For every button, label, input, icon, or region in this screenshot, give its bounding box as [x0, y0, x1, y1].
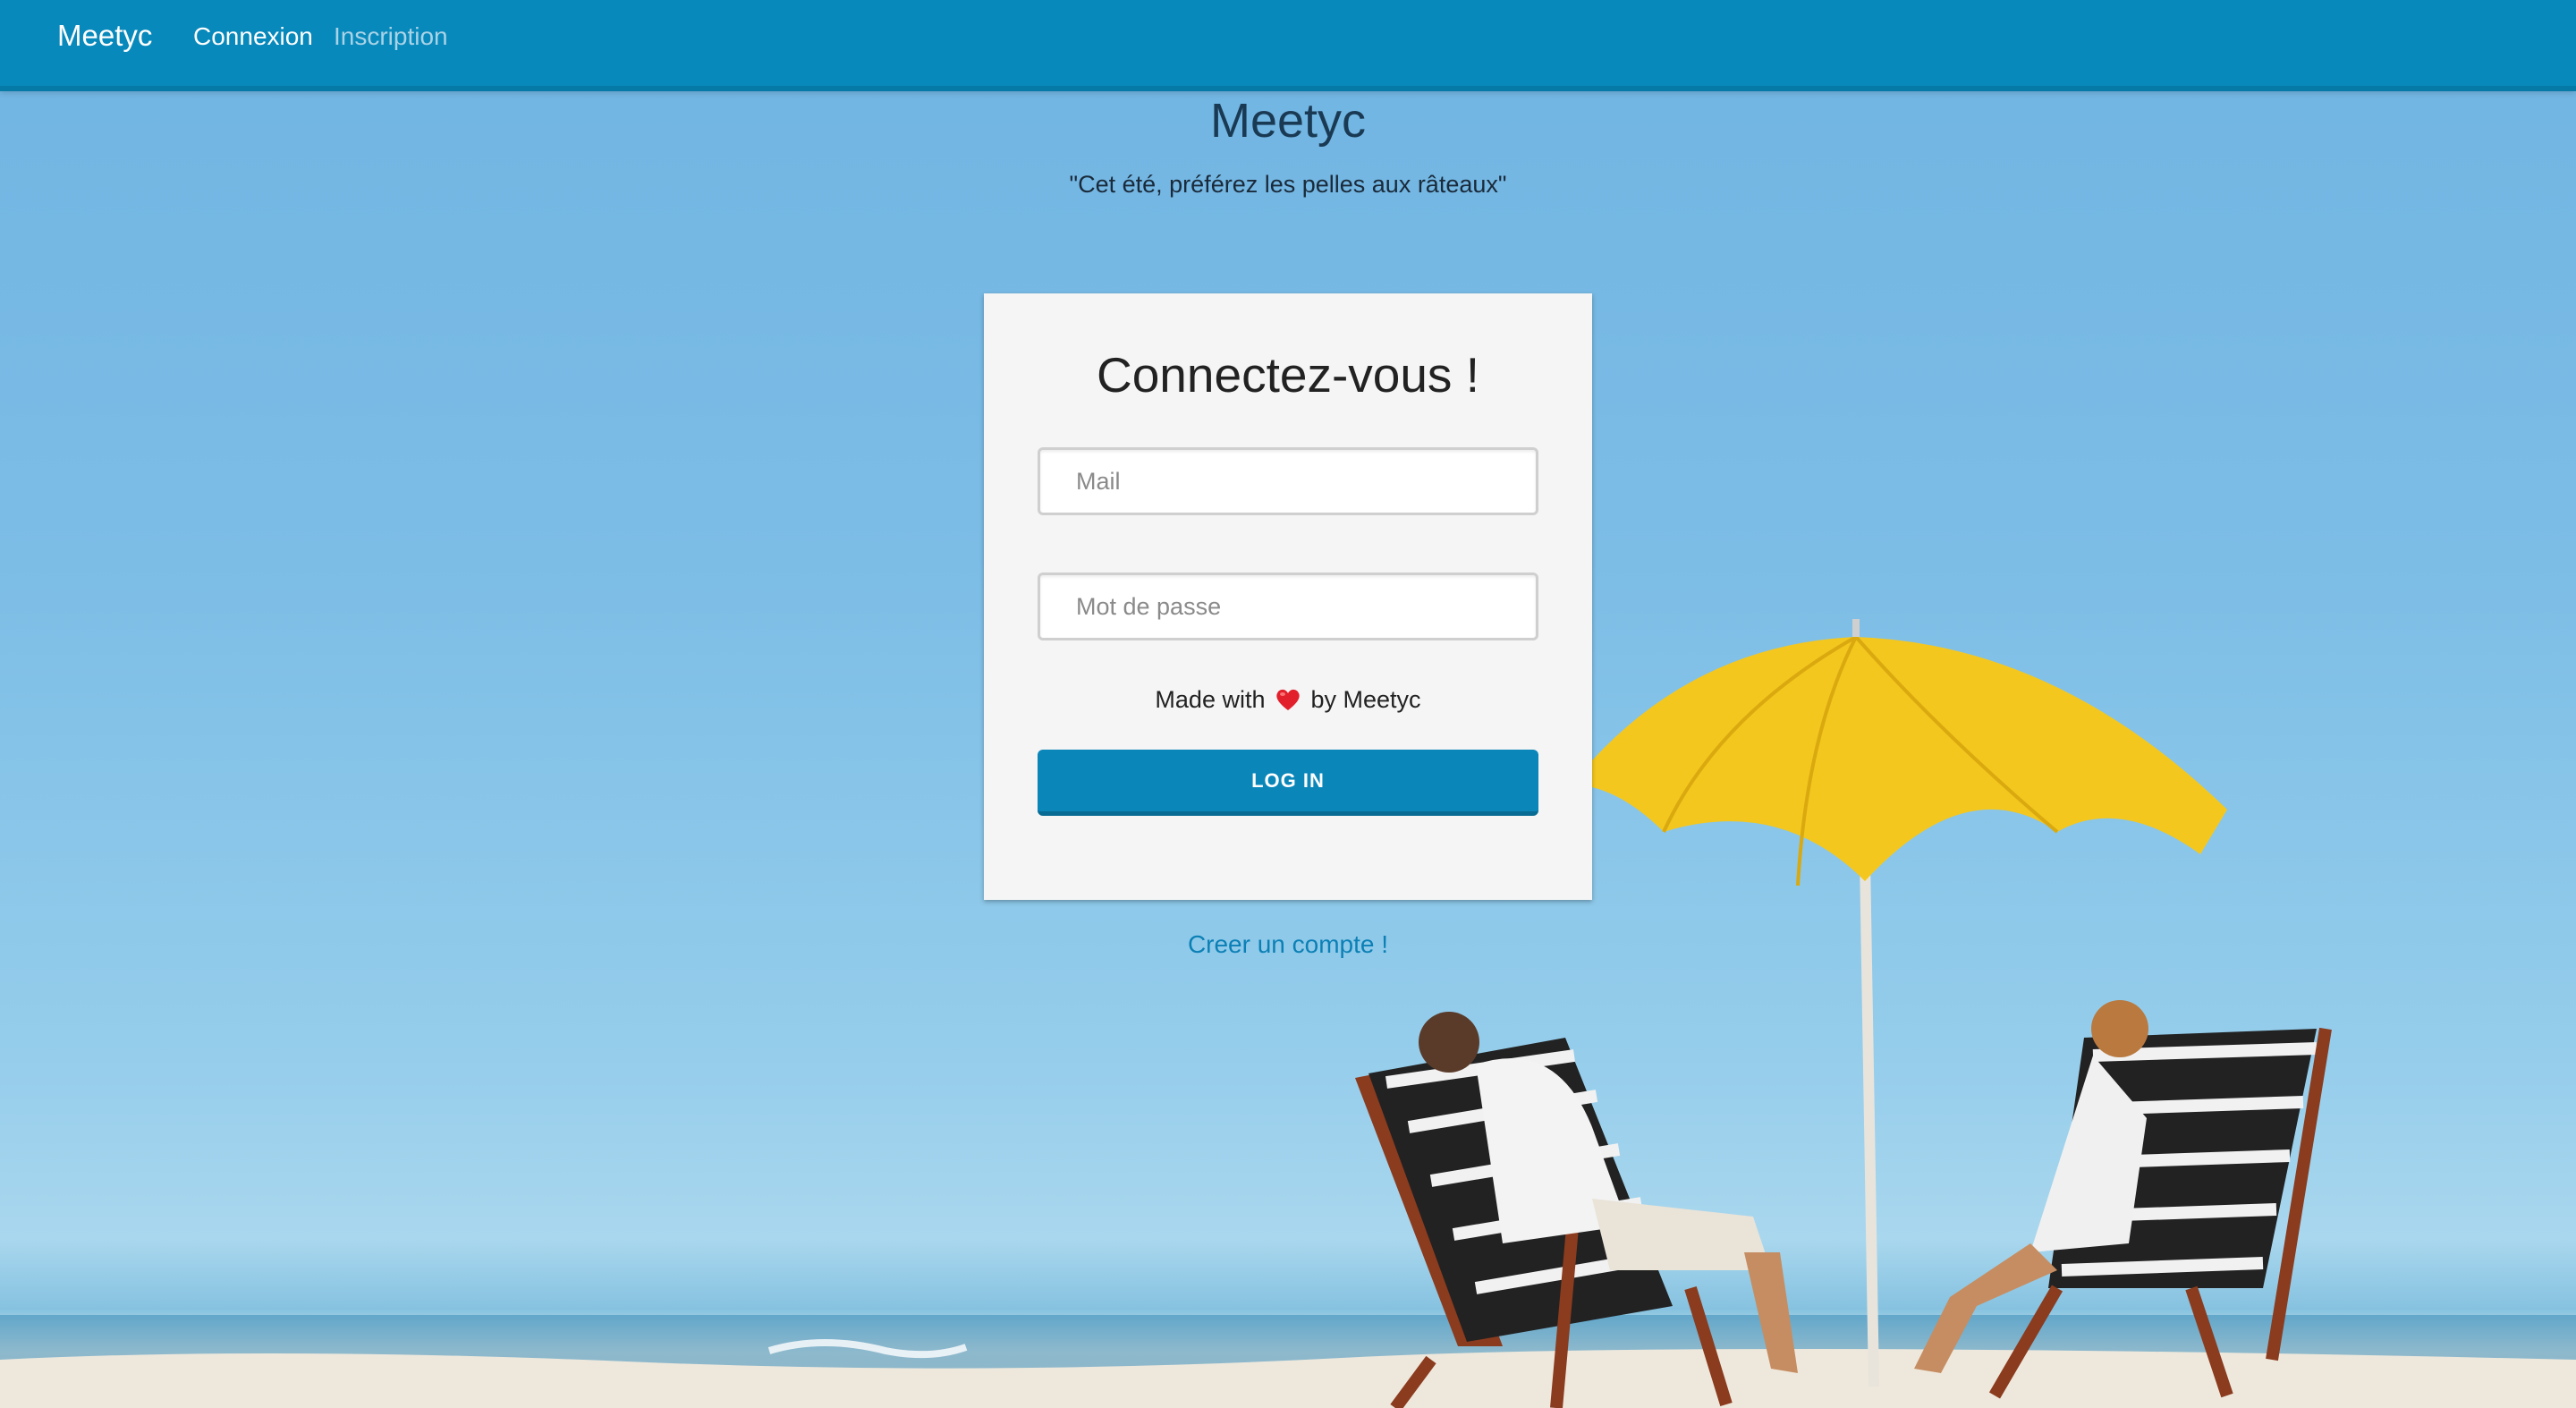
nav-link-connexion[interactable]: Connexion	[193, 21, 313, 52]
login-card: Connectez-vous ! Made with by Meetyc LOG…	[984, 293, 1592, 900]
login-page: Meetyc Connexion Inscription Meetyc "Cet…	[0, 0, 2576, 1408]
made-with-suffix: by Meetyc	[1310, 686, 1421, 713]
login-button[interactable]: LOG IN	[1038, 750, 1538, 816]
create-account-link[interactable]: Creer un compte !	[0, 929, 2576, 961]
login-card-title: Connectez-vous !	[1097, 347, 1479, 403]
brand-logo[interactable]: Meetyc	[57, 18, 152, 54]
mail-input[interactable]	[1038, 447, 1538, 515]
top-navbar: Meetyc Connexion Inscription	[0, 0, 2576, 91]
heart-icon	[1276, 689, 1300, 710]
password-input[interactable]	[1038, 573, 1538, 640]
made-with-text: Made with by Meetyc	[984, 683, 1592, 716]
hero-title: Meetyc	[1209, 94, 1367, 148]
hero-tagline: "Cet été, préférez les pelles aux râteau…	[1069, 171, 1507, 198]
nav-link-inscription[interactable]: Inscription	[334, 21, 448, 52]
made-with-prefix: Made with	[1155, 686, 1266, 713]
